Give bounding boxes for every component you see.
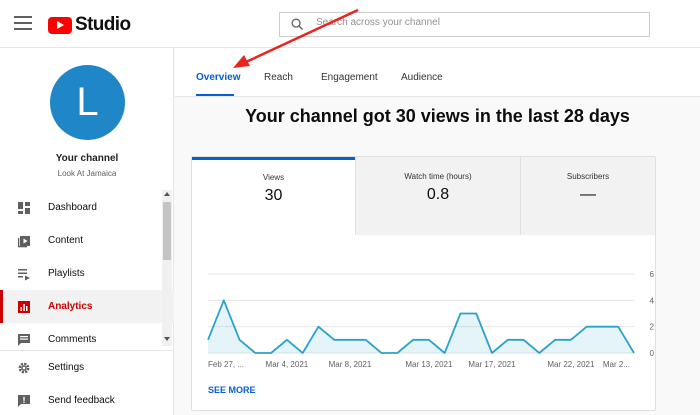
analytics-icon [18, 300, 30, 313]
page-title: Your channel got 30 views in the last 28… [245, 106, 630, 126]
hamburger-menu-icon[interactable] [14, 16, 32, 30]
tab-engagement[interactable]: Engagement [321, 72, 378, 83]
content-icon [18, 235, 30, 247]
x-tick-label: Mar 22, 2021 [547, 360, 595, 369]
sidebar-item-analytics[interactable]: Analytics [0, 290, 174, 323]
y-tick-label: 0 [650, 349, 655, 358]
tab-audience[interactable]: Audience [401, 72, 443, 83]
comments-icon [18, 333, 30, 346]
x-tick-label: Mar 17, 2021 [468, 360, 516, 369]
tab-overview[interactable]: Overview [196, 72, 240, 83]
youtube-logo-icon [48, 16, 72, 34]
sidebar: L Your channel Look At Jamaica Dashboard… [0, 48, 174, 415]
scroll-down-arrow-icon[interactable] [164, 337, 170, 341]
avatar[interactable]: L [50, 65, 125, 140]
active-tab-indicator [196, 94, 234, 96]
sidebar-item-label: Send feedback [48, 395, 115, 406]
sidebar-item-label: Settings [48, 362, 85, 373]
analytics-tabs: Overview Reach Engagement Audience [175, 48, 700, 97]
y-tick-label: 6 [650, 270, 655, 279]
scroll-up-arrow-icon[interactable] [164, 192, 170, 196]
search-box[interactable] [279, 12, 650, 37]
dashboard-icon [18, 201, 30, 214]
tab-reach[interactable]: Reach [264, 72, 293, 83]
y-tick-label: 4 [650, 296, 655, 305]
y-tick-label: 2 [650, 323, 655, 332]
scrollbar-thumb[interactable] [163, 202, 171, 260]
sidebar-item-label: Comments [48, 334, 97, 345]
see-more-button[interactable]: SEE MORE [208, 385, 256, 395]
sidebar-item-label: Playlists [48, 268, 85, 279]
sidebar-item-send-feedback[interactable]: Send feedback [0, 384, 174, 415]
x-tick-label: Feb 27, ... [208, 360, 244, 369]
studio-logo[interactable]: Studio [48, 14, 131, 36]
x-tick-label: Mar 2... [603, 360, 630, 369]
sidebar-item-playlists[interactable]: Playlists [0, 257, 174, 290]
sidebar-item-label: Dashboard [48, 202, 97, 213]
sidebar-item-content[interactable]: Content [0, 224, 174, 257]
sidebar-item-settings[interactable]: Settings [0, 351, 174, 384]
logo-text: Studio [75, 14, 131, 35]
channel-title: Your channel [55, 153, 119, 164]
analytics-card: Views 30 Watch time (hours) 0.8 Subscrib… [191, 156, 656, 411]
views-chart: 0 2 4 6 Feb 27, ... Mar 4, 2021 Mar 8, 2021 Mar… [207, 270, 655, 369]
search-icon[interactable] [291, 18, 304, 31]
x-tick-label: Mar 13, 2021 [405, 360, 453, 369]
channel-name: Look At Jamaica [57, 169, 117, 178]
top-bar: Studio [0, 0, 700, 48]
sidebar-nav: Dashboard Content Playlists Analytics Co… [0, 191, 174, 356]
search-input[interactable] [316, 17, 636, 28]
x-tick-label: Mar 8, 2021 [329, 360, 372, 369]
gear-icon [18, 362, 30, 373]
sidebar-item-label: Analytics [48, 301, 93, 312]
playlists-icon [18, 268, 30, 280]
sidebar-item-dashboard[interactable]: Dashboard [0, 191, 174, 224]
sidebar-scrollbar[interactable] [162, 190, 172, 346]
sidebar-item-label: Content [48, 235, 84, 246]
x-tick-label: Mar 4, 2021 [266, 360, 309, 369]
sidebar-bottom: Settings Send feedback [0, 350, 174, 415]
feedback-icon [18, 394, 30, 407]
